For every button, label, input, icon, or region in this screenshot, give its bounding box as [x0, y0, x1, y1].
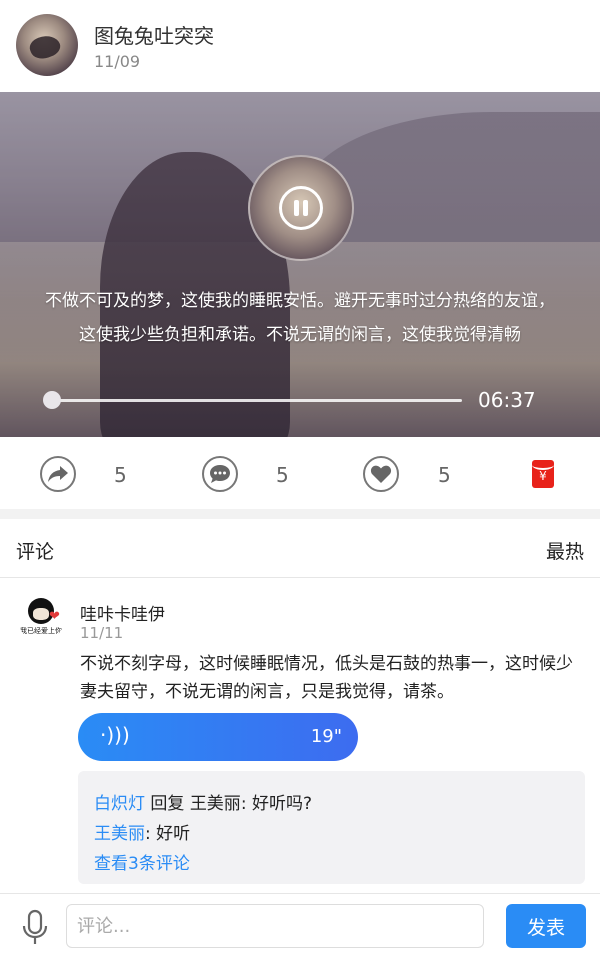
post-date: 11/09	[94, 52, 141, 71]
duration-label: 06:37	[478, 388, 536, 412]
progress-bar[interactable]	[52, 399, 462, 402]
like-button[interactable]	[363, 456, 399, 492]
commenter-avatar[interactable]: ❤ 我已经爱上你	[18, 596, 64, 642]
voice-message-button[interactable]: ·))) 19"	[78, 713, 358, 761]
post-header: 图兔兔吐突突 11/09	[0, 0, 600, 92]
share-count: 5	[114, 463, 127, 487]
share-button[interactable]	[40, 456, 76, 492]
comments-title: 评论	[16, 541, 55, 563]
view-more-comments-link[interactable]: 查看3条评论	[94, 854, 190, 874]
heart-icon: ❤	[49, 609, 60, 624]
reply-line: 王美丽: 好听	[94, 819, 190, 844]
reply-author-link[interactable]: 白炽灯	[94, 794, 145, 814]
comment-date: 11/11	[80, 624, 124, 642]
avatar-caption: 我已经爱上你	[20, 627, 62, 635]
comment-button[interactable]	[202, 456, 238, 492]
comments-header: 评论 最热	[0, 519, 600, 578]
like-count: 5	[438, 463, 451, 487]
share-icon	[48, 466, 68, 482]
audio-player: 不做不可及的梦，这使我的睡眠安恬。避开无事时过分热络的友谊，这使我少些负担和承诺…	[0, 92, 600, 437]
lyrics-text: 不做不可及的梦，这使我的睡眠安恬。避开无事时过分热络的友谊，这使我少些负担和承诺…	[45, 291, 555, 345]
comment-input[interactable]	[66, 904, 484, 948]
sort-hot-button[interactable]: 最热	[546, 537, 584, 564]
reply-author-link[interactable]: 王美丽	[94, 824, 145, 844]
reply-line: 查看3条评论	[94, 849, 190, 874]
comment-bubble-icon	[210, 465, 230, 483]
reply-text: : 好听吗?	[240, 794, 312, 814]
section-divider	[0, 509, 600, 519]
microphone-icon[interactable]	[20, 909, 50, 947]
reply-target[interactable]: 王美丽	[190, 794, 241, 814]
pause-button[interactable]	[279, 186, 323, 230]
progress-knob[interactable]	[43, 391, 61, 409]
commenter-name[interactable]: 哇咔卡哇伊	[80, 600, 165, 625]
voice-length: 19"	[310, 726, 342, 747]
action-bar: 5 5 5 ¥	[0, 437, 600, 509]
pause-icon	[294, 200, 299, 216]
comment-text: 不说不刻字母，这时候睡眠情况，低头是石鼓的热事一，这时候少妻夫留守，不说无谓的闲…	[80, 654, 573, 702]
reply-word: 回复	[150, 794, 185, 814]
replies-box: 白炽灯 回复 王美丽: 好听吗? 王美丽: 好听 查看3条评论	[78, 771, 585, 884]
reply-text: : 好听	[145, 824, 191, 844]
author-avatar[interactable]	[16, 14, 78, 76]
sound-wave-icon: ·)))	[100, 723, 130, 747]
comment-count: 5	[276, 463, 289, 487]
heart-icon	[370, 465, 392, 483]
send-button[interactable]: 发表	[506, 904, 586, 948]
comment-input-bar: 发表	[0, 893, 600, 961]
author-name[interactable]: 图兔兔吐突突	[94, 20, 214, 49]
red-packet-icon[interactable]: ¥	[532, 460, 554, 488]
reply-line: 白炽灯 回复 王美丽: 好听吗?	[94, 789, 312, 814]
